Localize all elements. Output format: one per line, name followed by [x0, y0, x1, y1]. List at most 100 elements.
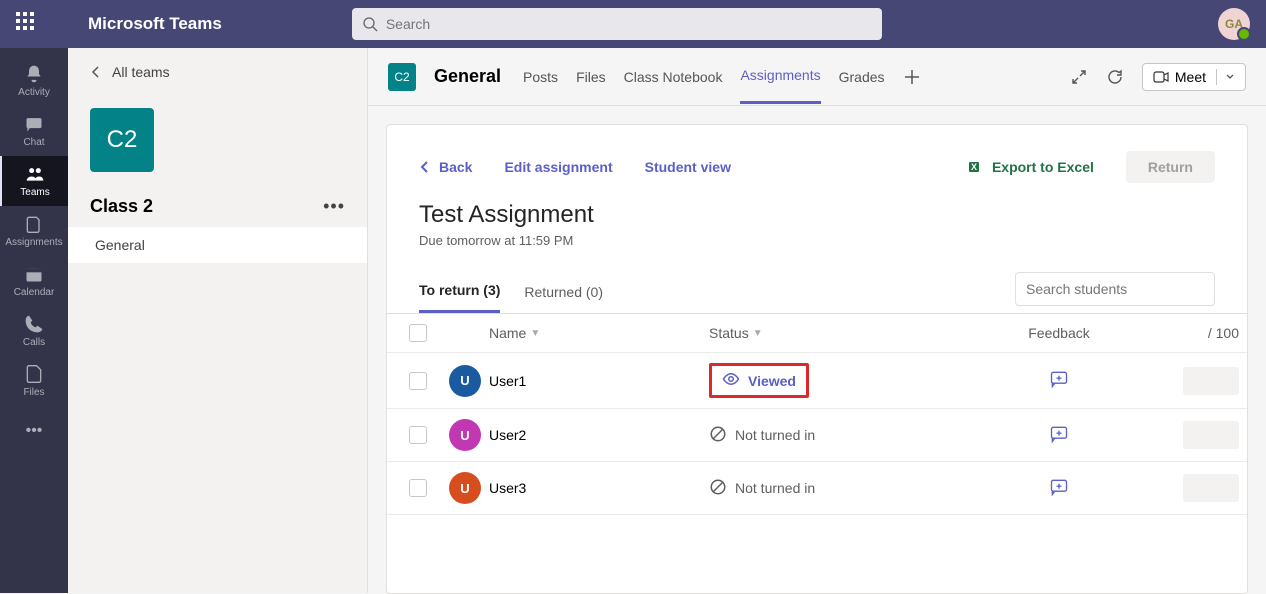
student-search[interactable] [1015, 272, 1215, 306]
student-view-button[interactable]: Student view [645, 159, 731, 175]
col-score: / 100 [1159, 325, 1239, 341]
rail-calls[interactable]: Calls [0, 306, 68, 356]
teams-icon [25, 164, 45, 184]
add-feedback-button[interactable] [1049, 477, 1069, 500]
team-more-button[interactable]: ••• [323, 196, 345, 217]
meet-button[interactable]: Meet [1142, 63, 1246, 91]
student-avatar: U [449, 472, 481, 504]
rail-chat[interactable]: Chat [0, 106, 68, 156]
expand-icon[interactable] [1070, 68, 1088, 86]
export-label: Export to Excel [992, 159, 1094, 175]
rail-label: Calendar [14, 287, 55, 298]
card-toolbar: Back Edit assignment Student view X Expo… [387, 125, 1247, 201]
tab-returned[interactable]: Returned (0) [524, 272, 603, 312]
student-row[interactable]: U User1 Viewed [387, 353, 1247, 409]
col-feedback: Feedback [959, 325, 1159, 341]
calendar-icon [24, 264, 44, 284]
export-excel-button[interactable]: X Export to Excel [968, 159, 1094, 175]
add-feedback-button[interactable] [1049, 424, 1069, 447]
student-avatar: U [449, 365, 481, 397]
row-checkbox[interactable] [409, 426, 427, 444]
status-icon [722, 370, 740, 391]
tab-grades[interactable]: Grades [839, 51, 885, 103]
student-row[interactable]: U User2 Not turned in [387, 409, 1247, 462]
rail-label: Assignments [5, 237, 62, 248]
app-rail: Activity Chat Teams Assignments Calendar… [0, 48, 68, 593]
sort-icon: ▼ [530, 328, 540, 339]
add-tab-icon[interactable] [903, 68, 921, 86]
grid-header: Name ▼ Status ▼ Feedback / 100 [387, 314, 1247, 353]
rail-label: Teams [20, 187, 49, 198]
team-chip: C2 [388, 63, 416, 91]
student-name: User2 [489, 427, 709, 443]
file-icon [24, 364, 44, 384]
back-button[interactable]: Back [419, 159, 472, 175]
status-text: Not turned in [735, 480, 815, 496]
excel-icon: X [968, 159, 984, 175]
chevron-down-icon[interactable] [1216, 69, 1235, 85]
team-tile[interactable]: C2 [90, 108, 154, 172]
row-checkbox[interactable] [409, 479, 427, 497]
student-search-input[interactable] [1026, 281, 1207, 297]
rail-label: Activity [18, 87, 50, 98]
search-input[interactable] [386, 16, 872, 32]
tab-posts[interactable]: Posts [523, 51, 558, 103]
channel-general[interactable]: General [68, 227, 367, 263]
search-icon [362, 16, 378, 32]
svg-text:X: X [971, 162, 977, 172]
chat-icon [24, 114, 44, 134]
assignment-due: Due tomorrow at 11:59 PM [419, 233, 1215, 248]
student-rows: U User1 Viewed U User2 Not turned in U U… [387, 353, 1247, 515]
rail-activity[interactable]: Activity [0, 56, 68, 106]
global-search[interactable] [352, 8, 882, 40]
student-avatar: U [449, 419, 481, 451]
more-icon: ••• [26, 422, 43, 440]
team-name: Class 2 [90, 196, 323, 217]
all-teams-link[interactable]: All teams [68, 48, 367, 96]
chevron-left-icon [90, 66, 102, 78]
refresh-icon[interactable] [1106, 68, 1124, 86]
rail-teams[interactable]: Teams [0, 156, 68, 206]
user-avatar[interactable]: GA [1218, 8, 1250, 40]
rail-assignments[interactable]: Assignments [0, 206, 68, 256]
phone-icon [24, 314, 44, 334]
sort-icon: ▼ [753, 328, 763, 339]
channel-header: C2 General Posts Files Class Notebook As… [368, 48, 1266, 106]
tab-class-notebook[interactable]: Class Notebook [624, 51, 723, 103]
student-row[interactable]: U User3 Not turned in [387, 462, 1247, 515]
return-button[interactable]: Return [1126, 151, 1215, 183]
grade-input[interactable] [1183, 421, 1239, 449]
rail-more[interactable]: ••• [0, 406, 68, 456]
app-launcher-icon[interactable] [16, 12, 40, 36]
top-bar: Microsoft Teams GA [0, 0, 1266, 48]
bell-icon [24, 64, 44, 84]
status-text: Not turned in [735, 427, 815, 443]
grade-input[interactable] [1183, 367, 1239, 395]
filter-bar: To return (3) Returned (0) [387, 270, 1247, 314]
rail-calendar[interactable]: Calendar [0, 256, 68, 306]
tab-files[interactable]: Files [576, 51, 606, 103]
student-name: User1 [489, 373, 709, 389]
assignments-icon [24, 214, 44, 234]
tab-assignments[interactable]: Assignments [740, 49, 820, 104]
back-label: Back [439, 159, 472, 175]
rail-label: Chat [23, 137, 44, 148]
main-area: C2 General Posts Files Class Notebook As… [368, 48, 1266, 593]
grade-input[interactable] [1183, 474, 1239, 502]
all-teams-label: All teams [112, 64, 170, 80]
student-name: User3 [489, 480, 709, 496]
assignment-title: Test Assignment [419, 201, 1215, 229]
tab-to-return[interactable]: To return (3) [419, 270, 500, 313]
add-feedback-button[interactable] [1049, 369, 1069, 392]
status-text: Viewed [748, 373, 796, 389]
col-name[interactable]: Name [489, 325, 526, 341]
edit-assignment-button[interactable]: Edit assignment [504, 159, 612, 175]
row-checkbox[interactable] [409, 372, 427, 390]
col-status[interactable]: Status [709, 325, 749, 341]
rail-files[interactable]: Files [0, 356, 68, 406]
chevron-left-icon [419, 161, 431, 173]
status-highlight: Viewed [709, 363, 809, 398]
meet-label: Meet [1175, 69, 1206, 85]
video-icon [1153, 71, 1169, 83]
select-all-checkbox[interactable] [409, 324, 427, 342]
